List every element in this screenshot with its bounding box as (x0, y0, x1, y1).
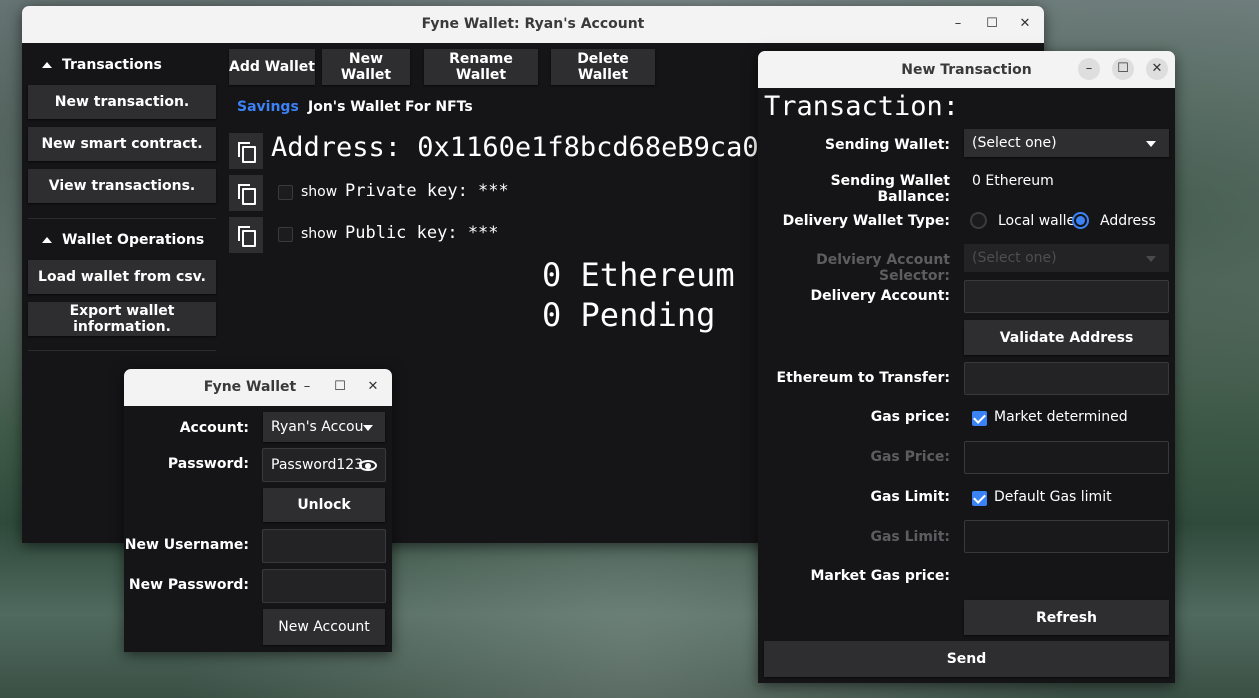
account-selector-label: Delviery Account Selector: (816, 252, 950, 284)
sidebar-divider (28, 350, 216, 351)
tab-jons-wallet[interactable]: Jon's Wallet (308, 99, 400, 115)
copy-address-button[interactable] (229, 133, 263, 169)
chevron-down-icon (1146, 256, 1156, 262)
new-smart-contract-button[interactable]: New smart contract. (28, 127, 216, 161)
chevron-down-icon (363, 425, 373, 431)
copy-private-key-button[interactable] (229, 175, 263, 211)
gas-price-entry-label: Gas Price: (870, 449, 950, 465)
chevron-up-icon (42, 237, 52, 243)
new-password-label: New Password: (128, 577, 249, 593)
wallet-address: Address: 0x1160e1f8bcd68eB9ca0153 (271, 132, 761, 163)
maximize-icon[interactable]: ☐ (329, 376, 351, 398)
password-value: Password123 (271, 457, 364, 473)
close-icon[interactable]: ✕ (362, 376, 384, 398)
pending-text: 0 Pending (542, 296, 716, 334)
rename-wallet-button[interactable]: Rename Wallet (424, 49, 538, 85)
sending-wallet-select[interactable]: (Select one) (964, 129, 1169, 157)
market-determined-label[interactable]: Market determined (994, 409, 1128, 425)
refresh-button[interactable]: Refresh (964, 600, 1169, 635)
eth-transfer-label: Ethereum to Transfer: (776, 370, 950, 386)
close-icon[interactable]: ✕ (1014, 13, 1036, 35)
tx-titlebar[interactable]: New Transaction – ☐ ✕ (758, 51, 1175, 88)
gas-limit-field[interactable] (964, 520, 1169, 553)
copy-public-key-button[interactable] (229, 217, 263, 253)
account-label: Account: (179, 420, 249, 436)
show-private-key-checkbox[interactable] (278, 185, 293, 200)
login-window: Fyne Wallet – ☐ ✕ Account: Ryan's Accou … (124, 369, 392, 652)
send-button[interactable]: Send (764, 641, 1169, 677)
sidebar-divider (28, 218, 216, 219)
section-label-wallet-operations: Wallet Operations (62, 232, 205, 248)
add-wallet-button[interactable]: Add Wallet (229, 49, 315, 85)
unlock-button[interactable]: Unlock (263, 488, 385, 522)
delete-wallet-button[interactable]: Delete Wallet (551, 49, 655, 85)
new-wallet-button[interactable]: New Wallet (322, 49, 410, 85)
account-select-value: Ryan's Accou (271, 419, 364, 435)
balance-value: 0 Ethereum (972, 173, 1054, 189)
eye-icon[interactable] (359, 460, 377, 471)
show-public-key-checkbox[interactable] (278, 227, 293, 242)
new-username-label: New Username: (124, 537, 249, 553)
eth-transfer-field[interactable] (964, 362, 1169, 395)
password-field[interactable]: Password123 (262, 448, 386, 482)
view-transactions-button[interactable]: View transactions. (28, 169, 216, 203)
address-option-label[interactable]: Address (1100, 213, 1156, 229)
chevron-up-icon (42, 62, 52, 68)
minimize-icon[interactable]: – (296, 376, 318, 398)
chevron-down-icon (1146, 141, 1156, 147)
window-title: Fyne Wallet: Ryan's Account (421, 16, 645, 32)
copy-icon (238, 226, 256, 247)
sending-wallet-label: Sending Wallet: (824, 137, 950, 153)
validate-address-button[interactable]: Validate Address (964, 320, 1169, 355)
section-label-transactions: Transactions (62, 57, 162, 73)
private-key-text: Private key: *** (345, 181, 509, 201)
gas-price-label: Gas price: (870, 409, 950, 425)
copy-icon (238, 142, 256, 163)
new-account-button[interactable]: New Account (263, 609, 385, 645)
gas-limit-label: Gas Limit: (870, 489, 950, 505)
default-gas-limit-checkbox[interactable] (972, 491, 987, 506)
gas-price-field[interactable] (964, 441, 1169, 474)
sending-wallet-value: (Select one) (972, 135, 1057, 151)
public-key-text: Public key: *** (345, 223, 499, 243)
transactions-accordion-header[interactable]: Transactions (28, 49, 216, 83)
new-transaction-button[interactable]: New transaction. (28, 85, 216, 119)
local-wallet-label[interactable]: Local wallet (998, 213, 1081, 229)
minimize-icon[interactable]: – (947, 13, 969, 35)
default-gas-limit-label[interactable]: Default Gas limit (994, 489, 1112, 505)
new-transaction-window: New Transaction – ☐ ✕ Transaction: Sendi… (758, 51, 1175, 683)
password-label: Password: (167, 456, 249, 472)
tab-savings[interactable]: Savings (237, 99, 299, 115)
wallet-operations-accordion-header[interactable]: Wallet Operations (28, 224, 216, 258)
new-username-field[interactable] (262, 529, 386, 563)
close-icon[interactable]: ✕ (1146, 58, 1168, 80)
delivery-account-label: Delivery Account: (810, 288, 950, 304)
balance-label: Sending Wallet Ballance: (830, 173, 950, 205)
login-titlebar[interactable]: Fyne Wallet – ☐ ✕ (124, 369, 392, 406)
minimize-icon[interactable]: – (1078, 58, 1100, 80)
balance-text: 0 Ethereum (542, 256, 735, 294)
show-label: show (301, 226, 338, 242)
gas-limit-entry-label: Gas Limit: (870, 529, 950, 545)
tab-for-nfts[interactable]: For NFTs (405, 99, 473, 115)
show-label: show (301, 184, 338, 200)
export-wallet-button[interactable]: Export wallet information. (28, 302, 216, 336)
account-selector-value: (Select one) (972, 250, 1057, 266)
account-select[interactable]: Ryan's Accou (263, 412, 385, 442)
maximize-icon[interactable]: ☐ (981, 13, 1003, 35)
local-wallet-radio[interactable] (970, 212, 987, 229)
account-selector-select[interactable]: (Select one) (964, 244, 1169, 272)
load-wallet-csv-button[interactable]: Load wallet from csv. (28, 260, 216, 294)
delivery-account-field[interactable] (964, 280, 1169, 313)
main-titlebar[interactable]: Fyne Wallet: Ryan's Account – ☐ ✕ (22, 6, 1044, 43)
delivery-type-label: Delivery Wallet Type: (782, 213, 950, 229)
copy-icon (238, 184, 256, 205)
market-determined-checkbox[interactable] (972, 411, 987, 426)
maximize-icon[interactable]: ☐ (1112, 58, 1134, 80)
transaction-heading: Transaction: (764, 91, 960, 122)
market-gas-label: Market Gas price: (810, 568, 950, 584)
new-password-field[interactable] (262, 569, 386, 603)
address-radio[interactable] (1072, 212, 1089, 229)
